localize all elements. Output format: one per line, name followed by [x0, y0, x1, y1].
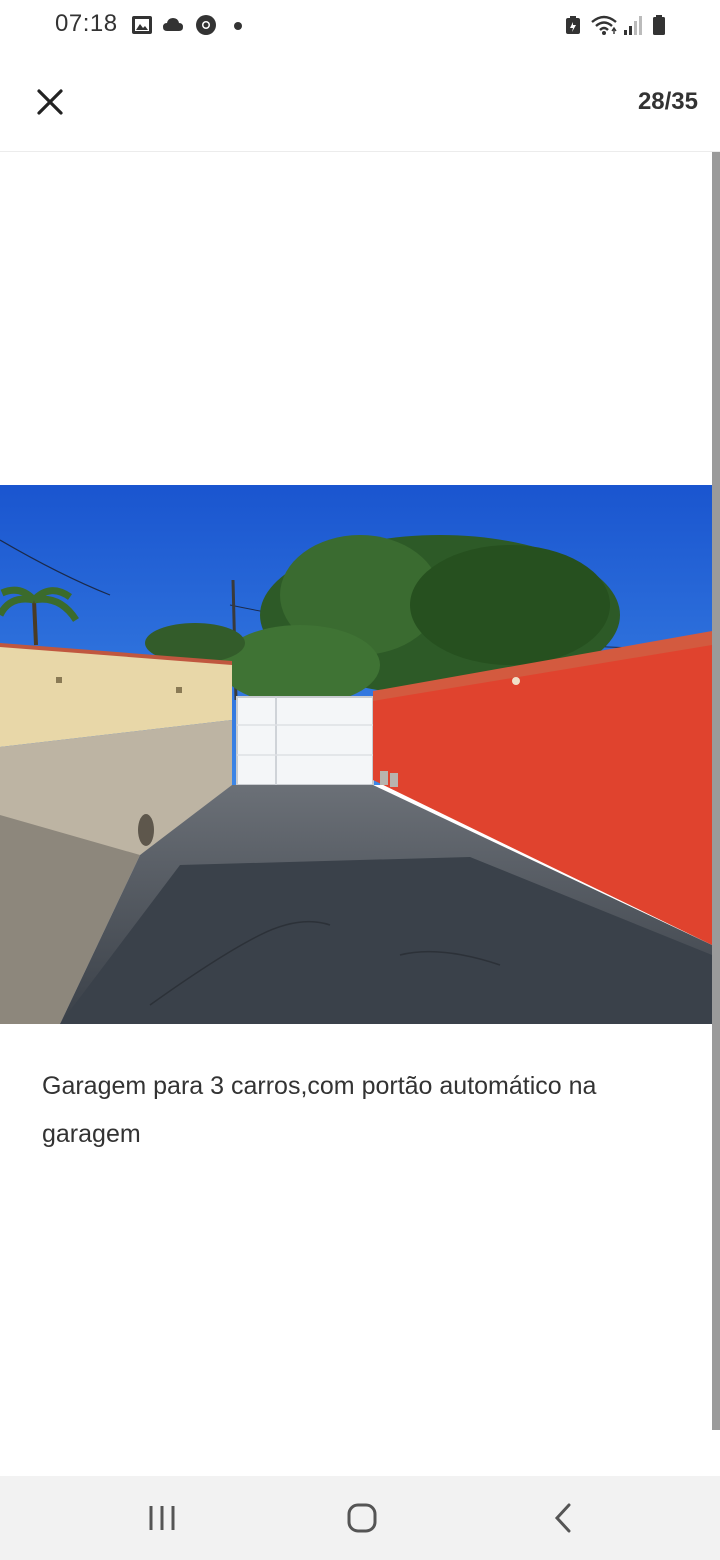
back-icon[interactable] [540, 1494, 588, 1542]
photo-caption: Garagem para 3 carros,com portão automát… [42, 1072, 597, 1148]
close-icon[interactable] [28, 80, 72, 124]
cloud-icon [163, 18, 183, 31]
scrollbar-thumb[interactable] [712, 152, 720, 1430]
wifi-icon [591, 15, 617, 35]
home-icon[interactable] [338, 1494, 386, 1542]
battery-icon [653, 15, 665, 35]
gallery-icon [132, 16, 152, 34]
status-bar: 07:18 [0, 0, 720, 52]
viewer-header: 28/35 [0, 52, 720, 152]
system-nav-bar [0, 1476, 720, 1560]
notification-dot [234, 22, 242, 30]
signal-icon [624, 16, 642, 35]
recent-apps-icon[interactable] [138, 1494, 186, 1542]
photo-counter: 28/35 [637, 88, 698, 115]
battery-saver-icon [566, 16, 580, 34]
chrome-icon [196, 15, 216, 35]
garage-photo [0, 485, 712, 1024]
status-time: 07:18 [55, 10, 118, 37]
